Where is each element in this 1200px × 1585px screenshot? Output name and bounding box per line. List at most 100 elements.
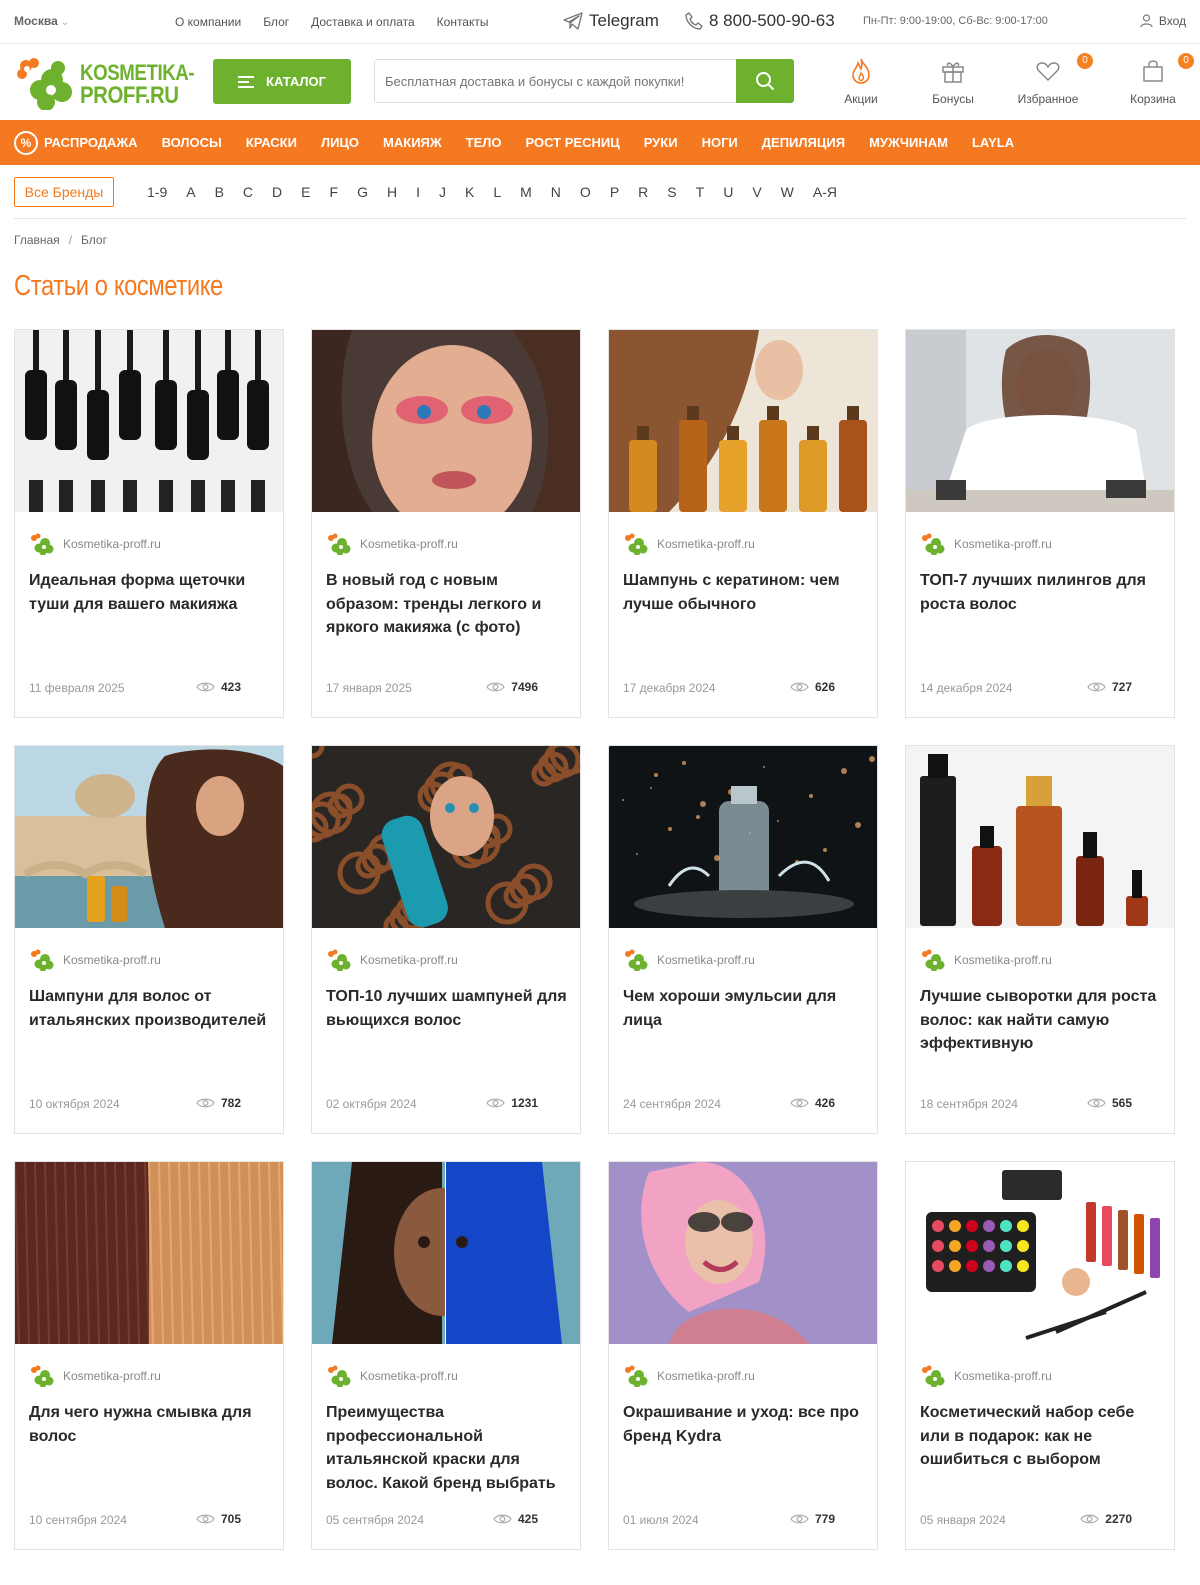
page-title: Статьи о косметике <box>14 270 223 302</box>
phone-link[interactable]: 8 800-500-90-63 <box>685 11 835 31</box>
brand-letter[interactable]: H <box>387 184 397 200</box>
brand-letter[interactable]: G <box>357 184 368 200</box>
brand-letter[interactable]: А-Я <box>813 184 837 200</box>
article-title[interactable]: Косметический набор себе или в подарок: … <box>920 1401 1168 1472</box>
nav-item-depilation[interactable]: ДЕПИЛЯЦИЯ <box>762 135 845 150</box>
article-title[interactable]: Чем хороши эмульсии для лица <box>623 985 871 1032</box>
nav-item-hands[interactable]: РУКИ <box>644 135 678 150</box>
brand-letter[interactable]: V <box>752 184 761 200</box>
article-title[interactable]: В новый год с новым образом: тренды легк… <box>326 569 574 640</box>
brand-letter[interactable]: A <box>186 184 195 200</box>
favorites-link[interactable]: 0 Избранное <box>1015 53 1093 106</box>
brand-letter[interactable]: I <box>416 184 420 200</box>
article-source-name: Kosmetika-proff.ru <box>657 537 755 551</box>
nav-item-men[interactable]: МУЖЧИНАМ <box>869 135 948 150</box>
nav-item-lash-growth[interactable]: РОСТ РЕСНИЦ <box>526 135 620 150</box>
article-card[interactable]: Kosmetika-proff.ru Лучшие сыворотки для … <box>905 745 1175 1134</box>
article-image[interactable] <box>906 746 1174 928</box>
brand-letter[interactable]: R <box>638 184 648 200</box>
article-card[interactable]: Kosmetika-proff.ru Для чего нужна смывка… <box>14 1161 284 1550</box>
brand-letter[interactable]: O <box>580 184 591 200</box>
nav-item-sale[interactable]: РАСПРОДАЖА <box>44 135 138 150</box>
article-title[interactable]: Шампунь с кератином: чем лучше обычного <box>623 569 871 616</box>
brand-letter[interactable]: W <box>781 184 794 200</box>
article-image[interactable] <box>609 746 877 928</box>
menu-icon <box>238 73 255 91</box>
article-card[interactable]: Kosmetika-proff.ru Преимущества професси… <box>311 1161 581 1550</box>
brand-letter[interactable]: C <box>243 184 253 200</box>
breadcrumb-home[interactable]: Главная <box>14 233 60 247</box>
article-image[interactable] <box>15 1162 283 1344</box>
article-image[interactable] <box>312 1162 580 1344</box>
link-about[interactable]: О компании <box>175 15 241 29</box>
article-title[interactable]: ТОП-10 лучших шампуней для вьющихся воло… <box>326 985 574 1032</box>
phone-number: 8 800-500-90-63 <box>709 11 835 30</box>
brand-letter[interactable]: U <box>723 184 733 200</box>
article-image[interactable] <box>15 330 283 512</box>
working-hours: Пн-Пт: 9:00-19:00, Сб-Вс: 9:00-17:00 <box>863 15 1048 27</box>
site-logo[interactable]: KOSMETIKA- PROFF.RU <box>14 54 195 110</box>
nav-item-feet[interactable]: НОГИ <box>702 135 738 150</box>
article-title[interactable]: Окрашивание и уход: все про бренд Kydra <box>623 1401 871 1448</box>
telegram-link[interactable]: Telegram <box>563 11 659 31</box>
article-source: Kosmetika-proff.ru <box>326 1365 458 1387</box>
city-selector[interactable]: Москва ⌄ <box>14 14 69 28</box>
nav-item-dyes[interactable]: КРАСКИ <box>246 135 297 150</box>
brand-letter[interactable]: T <box>696 184 705 200</box>
brand-letter[interactable]: F <box>330 184 339 200</box>
nav-item-face[interactable]: ЛИЦО <box>321 135 359 150</box>
search-button[interactable] <box>736 59 794 103</box>
link-blog[interactable]: Блог <box>263 15 289 29</box>
article-image[interactable] <box>312 330 580 512</box>
article-card[interactable]: Kosmetika-proff.ru Окрашивание и уход: в… <box>608 1161 878 1550</box>
article-title[interactable]: Идеальная форма щеточки туши для вашего … <box>29 569 277 616</box>
nav-item-hair[interactable]: ВОЛОСЫ <box>162 135 222 150</box>
brand-letter[interactable]: J <box>439 184 446 200</box>
all-brands-button[interactable]: Все Бренды <box>14 177 114 207</box>
article-image[interactable] <box>906 330 1174 512</box>
article-card[interactable]: Kosmetika-proff.ru ТОП-7 лучших пилингов… <box>905 329 1175 718</box>
article-image[interactable] <box>906 1162 1174 1344</box>
article-card[interactable]: Kosmetika-proff.ru Идеальная форма щеточ… <box>14 329 284 718</box>
nav-item-makeup[interactable]: МАКИЯЖ <box>383 135 442 150</box>
nav-item-body[interactable]: ТЕЛО <box>466 135 502 150</box>
brand-letter[interactable]: L <box>493 184 501 200</box>
brand-letter[interactable]: M <box>520 184 532 200</box>
article-title[interactable]: Лучшие сыворотки для роста волос: как на… <box>920 985 1168 1056</box>
article-date: 05 сентября 2024 <box>326 1513 424 1527</box>
brand-letter[interactable]: 1-9 <box>147 184 167 200</box>
brand-letter[interactable]: K <box>465 184 474 200</box>
catalog-button[interactable]: КАТАЛОГ <box>213 59 351 104</box>
article-title[interactable]: ТОП-7 лучших пилингов для роста волос <box>920 569 1168 616</box>
login-link[interactable]: Вход <box>1140 14 1186 28</box>
brand-letter[interactable]: D <box>272 184 282 200</box>
article-card[interactable]: Kosmetika-proff.ru Чем хороши эмульсии д… <box>608 745 878 1134</box>
brand-letter[interactable]: S <box>667 184 676 200</box>
article-image[interactable] <box>312 746 580 928</box>
search-input[interactable] <box>375 60 737 102</box>
article-image[interactable] <box>609 1162 877 1344</box>
article-image[interactable] <box>609 330 877 512</box>
article-card[interactable]: Kosmetika-proff.ru В новый год с новым о… <box>311 329 581 718</box>
article-title[interactable]: Преимущества профессиональной итальянско… <box>326 1401 574 1495</box>
article-title[interactable]: Для чего нужна смывка для волос <box>29 1401 277 1448</box>
link-contacts[interactable]: Контакты <box>437 15 489 29</box>
link-delivery[interactable]: Доставка и оплата <box>311 15 415 29</box>
brand-letters: 1-9 A B C D E F G H I J K L M N O P R S T U V W А-Я <box>147 184 856 200</box>
article-card[interactable]: Kosmetika-proff.ru ТОП-10 лучших шампуне… <box>311 745 581 1134</box>
nav-item-layla[interactable]: LAYLA <box>972 135 1014 150</box>
brand-letter[interactable]: P <box>610 184 619 200</box>
promo-link[interactable]: Акции <box>832 56 890 106</box>
brand-letter[interactable]: N <box>551 184 561 200</box>
article-image[interactable] <box>15 746 283 928</box>
article-card[interactable]: Kosmetika-proff.ru Косметический набор с… <box>905 1161 1175 1550</box>
source-logo-icon <box>328 949 351 971</box>
article-title[interactable]: Шампуни для волос от итальянских произво… <box>29 985 277 1032</box>
article-card[interactable]: Kosmetika-proff.ru Шампуни для волос от … <box>14 745 284 1134</box>
brand-letter[interactable]: E <box>301 184 310 200</box>
article-card[interactable]: Kosmetika-proff.ru Шампунь с кератином: … <box>608 329 878 718</box>
cart-link[interactable]: 0 Корзина <box>1124 53 1194 106</box>
brands-filter: Все Бренды 1-9 A B C D E F G H I J K L M N O P R S T U V W А-Я <box>14 177 1186 219</box>
bonus-link[interactable]: Бонусы <box>924 56 982 106</box>
brand-letter[interactable]: B <box>215 184 224 200</box>
